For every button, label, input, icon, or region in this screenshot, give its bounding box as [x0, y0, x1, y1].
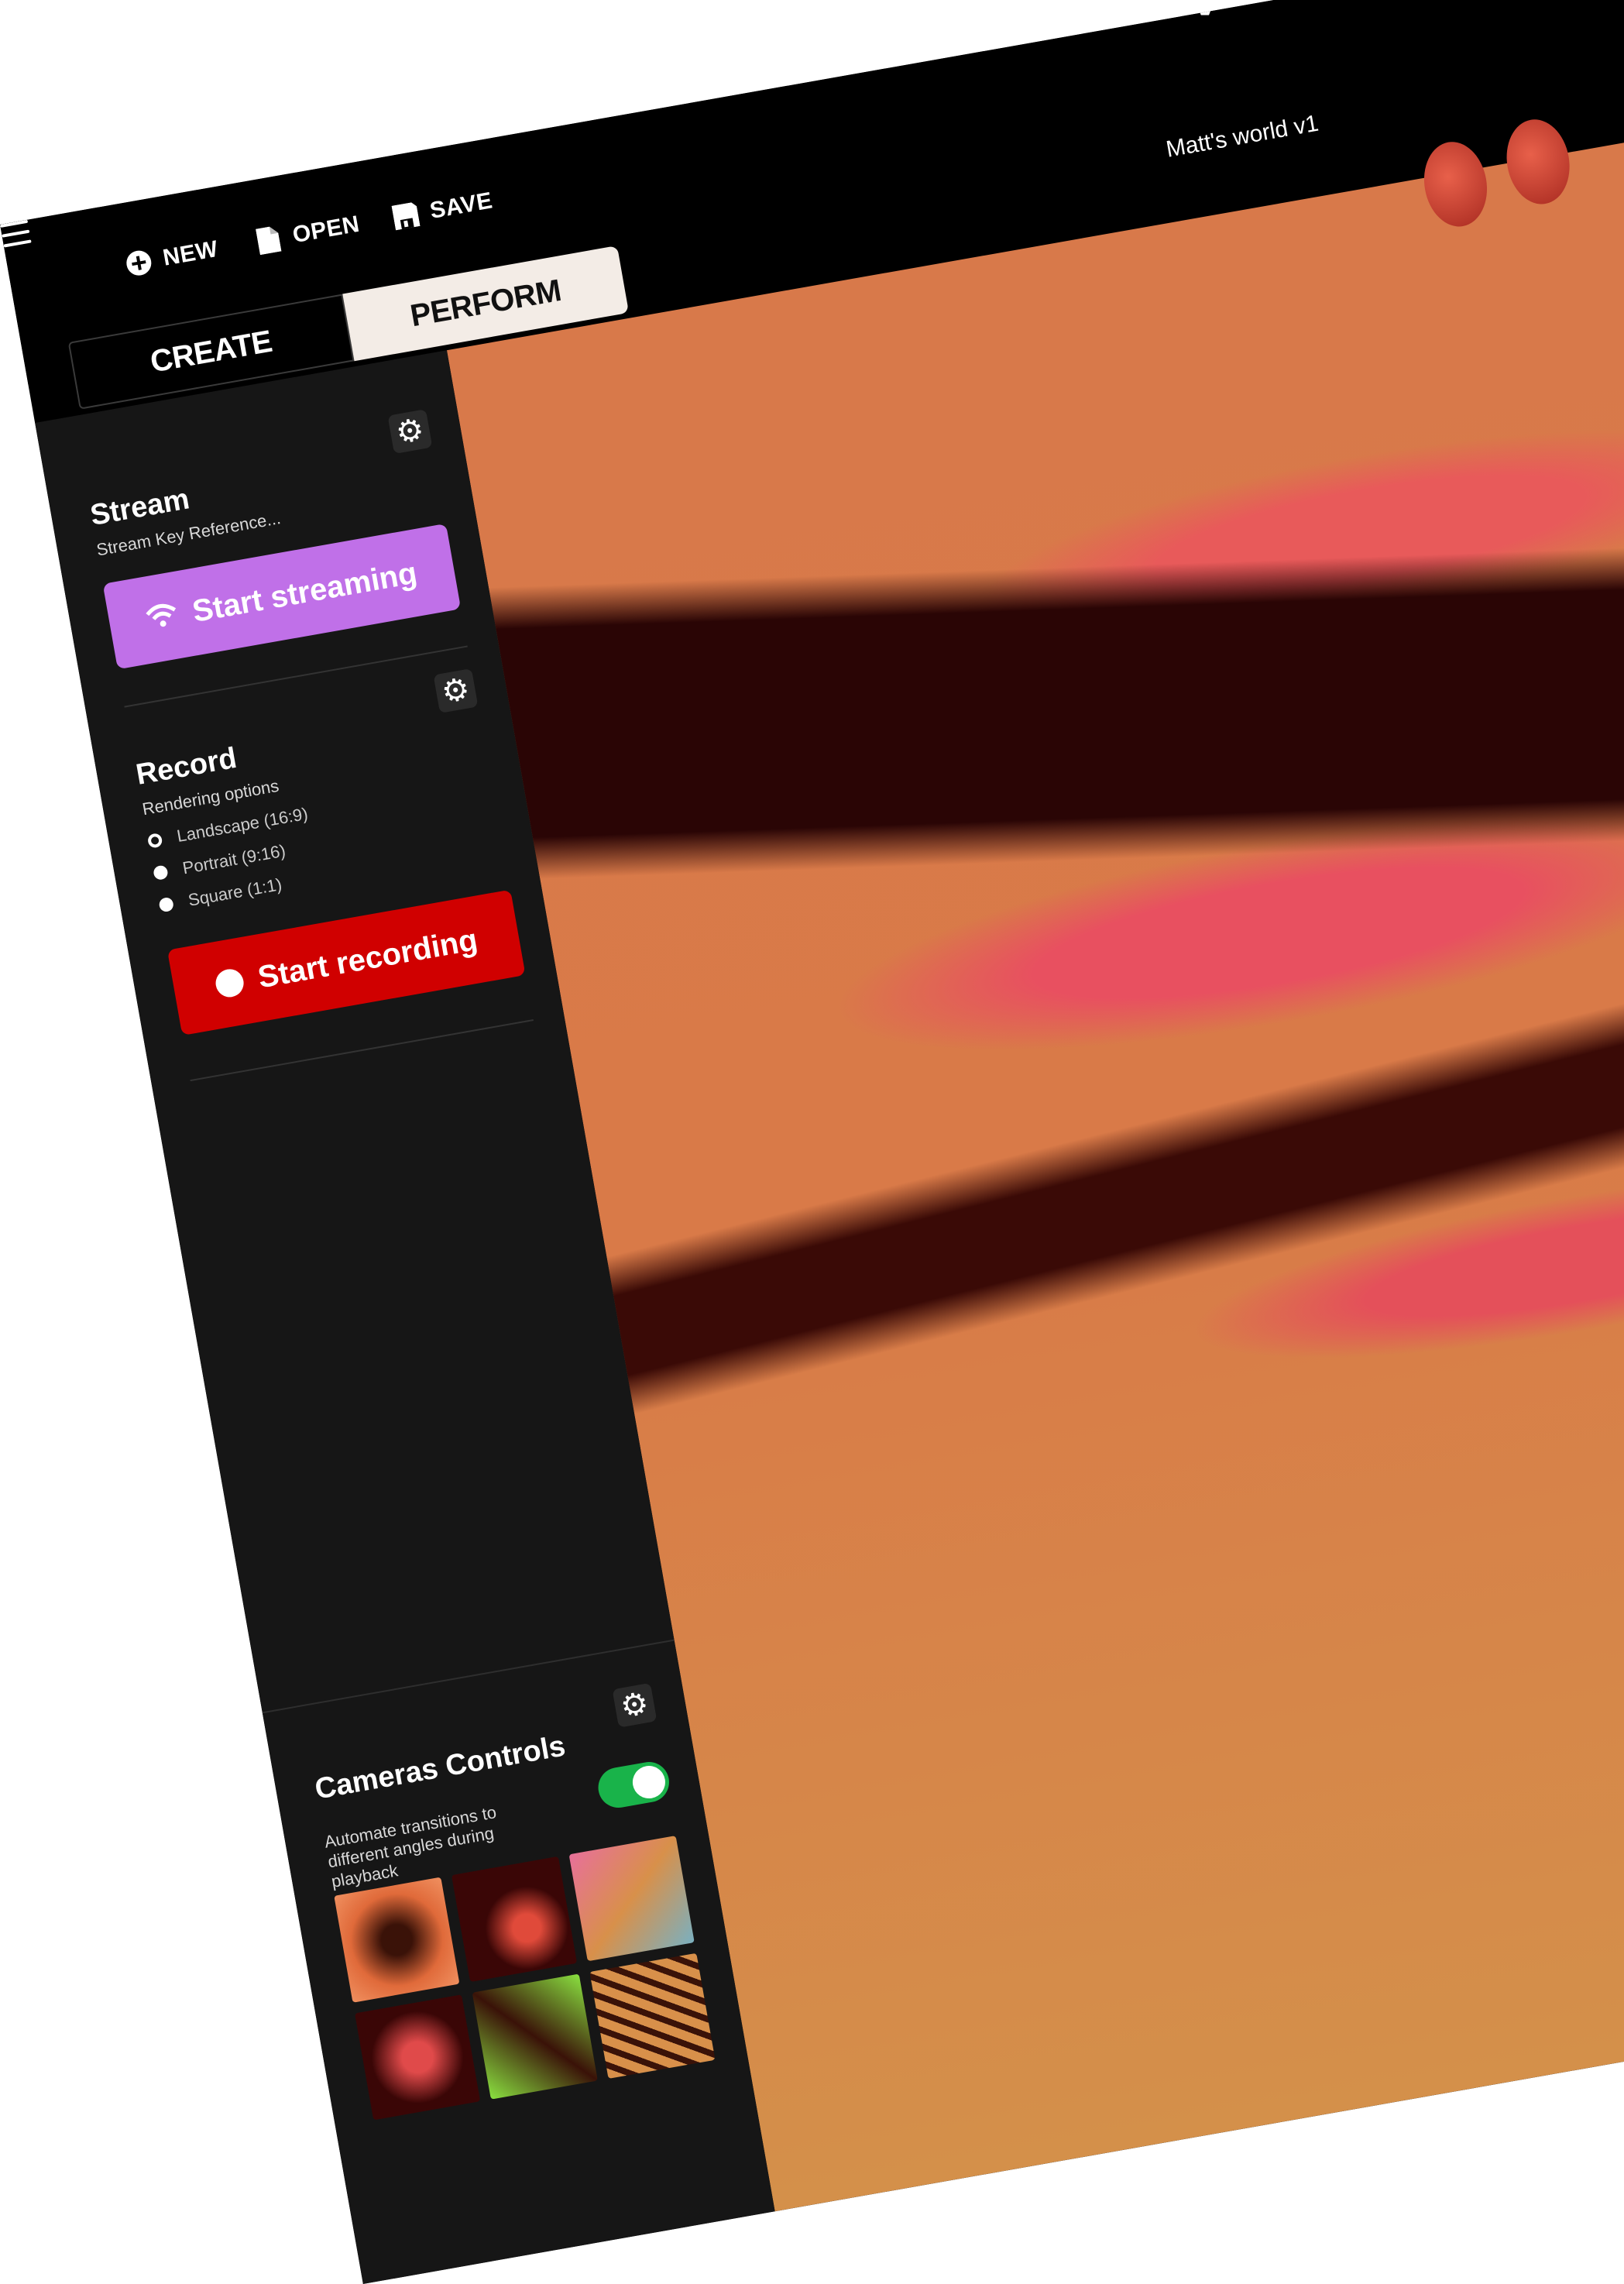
save-label: SAVE: [427, 187, 495, 225]
floppy-icon: [390, 200, 422, 232]
radio-button[interactable]: [158, 896, 175, 913]
record-dot-icon: [213, 967, 246, 1000]
cameras-separator: [262, 1639, 675, 1714]
open-label: OPEN: [290, 211, 362, 249]
camera-thumbnail[interactable]: [589, 1953, 716, 2079]
plus-circle-icon: [122, 247, 155, 280]
app-window: NEW OPEN SAVE V Matt's world v1 CREATE P…: [0, 0, 1624, 2284]
start-recording-button[interactable]: Start recording: [167, 889, 526, 1036]
section-divider: [190, 1019, 534, 1082]
record-settings-gear-icon[interactable]: ⚙: [433, 668, 479, 713]
start-recording-label: Start recording: [255, 922, 480, 995]
radio-label: Square (1:1): [187, 874, 283, 910]
stream-settings-gear-icon[interactable]: ⚙: [387, 409, 433, 455]
camera-thumbnail[interactable]: [472, 1973, 598, 2100]
save-button[interactable]: SAVE: [390, 187, 495, 232]
project-title: Matt's world v1: [1164, 110, 1321, 163]
radio-button[interactable]: [146, 832, 163, 849]
menu-icon[interactable]: [0, 219, 32, 248]
scene-blob: [1417, 136, 1494, 232]
camera-thumbnail[interactable]: [451, 1856, 578, 1983]
radio-button[interactable]: [153, 864, 169, 881]
radio-label: Portrait (9:16): [180, 840, 287, 878]
new-label: NEW: [160, 235, 221, 271]
camera-thumbnail[interactable]: [568, 1836, 695, 1962]
start-streaming-label: Start streaming: [190, 555, 420, 629]
cameras-settings-gear-icon[interactable]: ⚙: [612, 1682, 657, 1728]
app-logo: V: [1186, 0, 1223, 27]
scene-blob: [1500, 114, 1577, 209]
record-section: Record Rendering options Landscape (16:9…: [134, 699, 505, 915]
new-button[interactable]: NEW: [122, 235, 220, 280]
file-icon: [252, 224, 285, 256]
camera-thumbnail[interactable]: [355, 1994, 481, 2121]
wifi-icon: [144, 598, 180, 637]
toggle-knob: [630, 1763, 668, 1801]
open-button[interactable]: OPEN: [252, 211, 362, 256]
camera-thumbnail[interactable]: [334, 1877, 460, 2003]
